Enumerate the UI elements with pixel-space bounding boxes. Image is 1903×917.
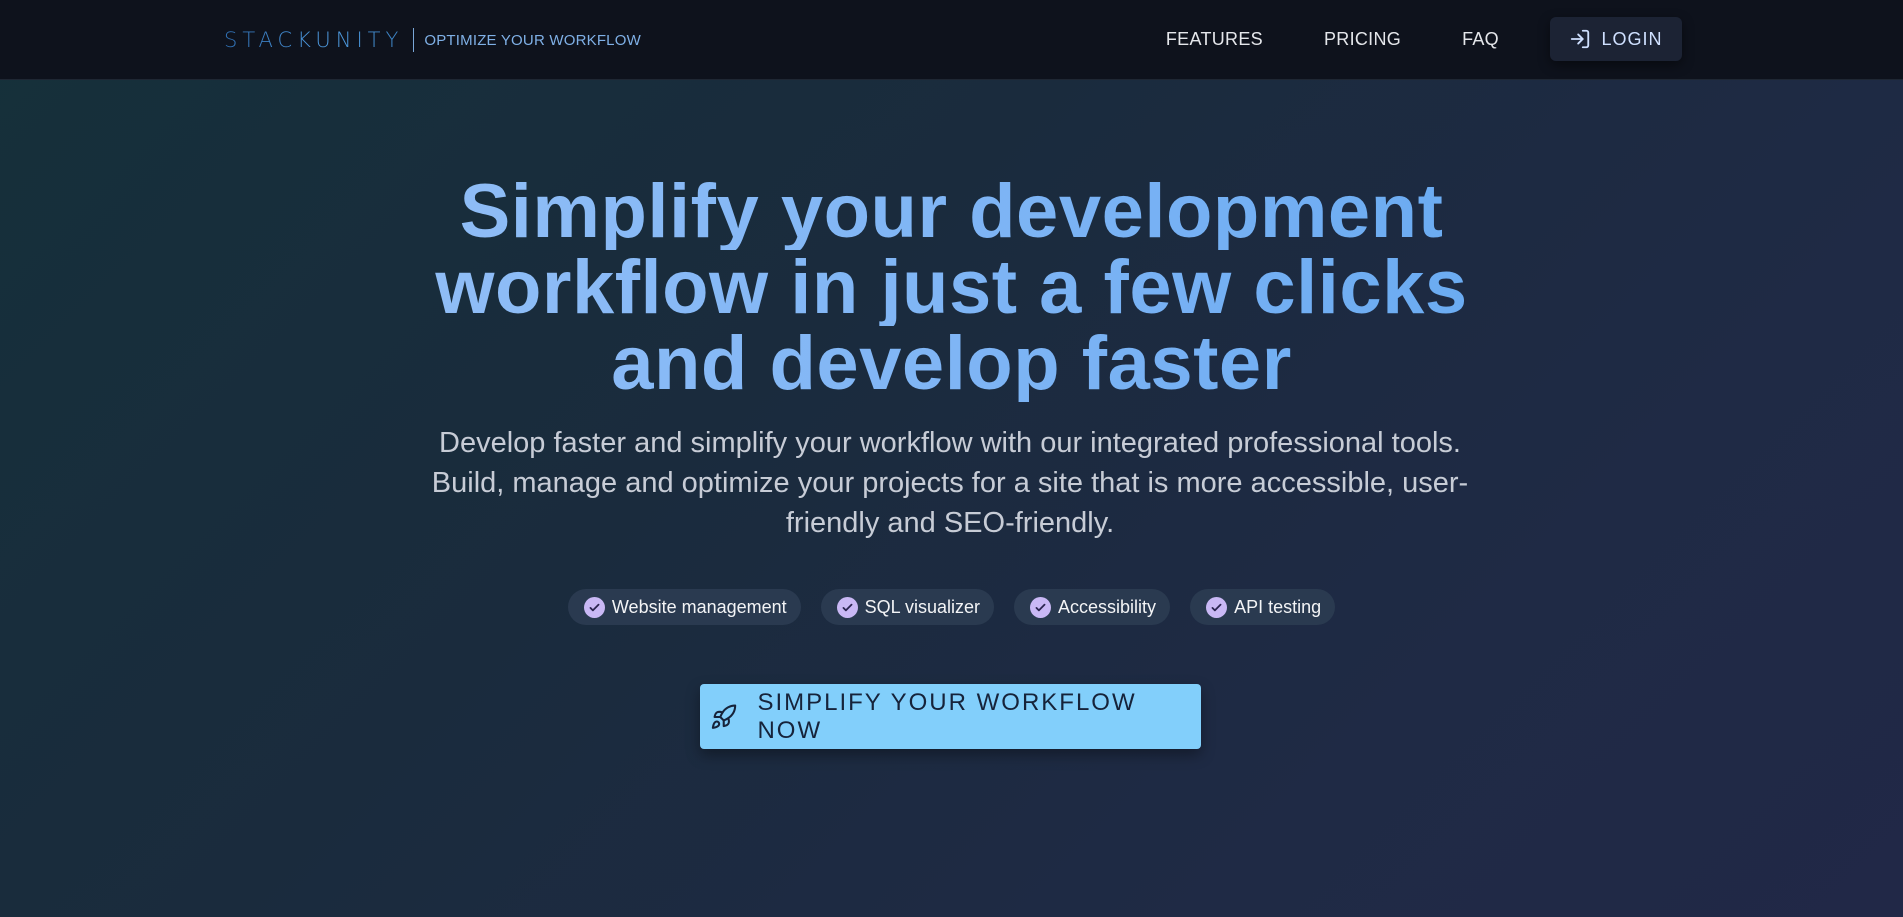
feature-label: Website management bbox=[611, 596, 787, 617]
main-nav: FEATURES PRICING FAQ LOGIN bbox=[1105, 17, 1682, 61]
nav-features[interactable]: FEATURES bbox=[1166, 29, 1263, 50]
check-circle-icon bbox=[836, 596, 858, 618]
feature-list: Website management SQL visualizer Access… bbox=[0, 589, 1903, 625]
tagline: OPTIMIZE YOUR WORKFLOW bbox=[424, 31, 641, 49]
check-circle-icon bbox=[583, 596, 605, 618]
feature-pill: Website management bbox=[567, 589, 801, 625]
hero-subtitle: Develop faster and simplify your workflo… bbox=[431, 427, 1469, 539]
feature-pill: API testing bbox=[1190, 589, 1336, 625]
nav-faq[interactable]: FAQ bbox=[1462, 29, 1499, 50]
feature-label: Accessibility bbox=[1058, 596, 1157, 617]
feature-label: SQL visualizer bbox=[864, 596, 981, 617]
check-circle-icon bbox=[1030, 596, 1052, 618]
hero-title-line: workflow in just a few clicks bbox=[0, 250, 1903, 326]
login-button[interactable]: LOGIN bbox=[1550, 17, 1682, 61]
feature-pill: Accessibility bbox=[1014, 589, 1171, 625]
hero-title-line: Simplify your development bbox=[0, 174, 1903, 250]
login-icon bbox=[1571, 29, 1590, 49]
feature-label: API testing bbox=[1234, 596, 1322, 617]
logo[interactable]: STACKUNITY bbox=[224, 28, 403, 52]
feature-pill: SQL visualizer bbox=[820, 589, 995, 625]
top-navbar: STACKUNITY OPTIMIZE YOUR WORKFLOW FEATUR… bbox=[0, 0, 1903, 80]
cta-button[interactable]: SIMPLIFY YOUR WORKFLOW NOW bbox=[700, 684, 1201, 749]
login-label: LOGIN bbox=[1601, 28, 1663, 49]
nav-pricing[interactable]: PRICING bbox=[1324, 29, 1401, 50]
brand[interactable]: STACKUNITY OPTIMIZE YOUR WORKFLOW bbox=[224, 26, 641, 54]
hero-title-line: and develop faster bbox=[0, 326, 1903, 402]
rocket-icon bbox=[711, 704, 737, 729]
cta-label: SIMPLIFY YOUR WORKFLOW NOW bbox=[757, 688, 1137, 744]
check-circle-icon bbox=[1206, 596, 1228, 618]
brand-divider bbox=[413, 28, 415, 52]
hero-title: Simplify your development workflow in ju… bbox=[0, 174, 1903, 402]
